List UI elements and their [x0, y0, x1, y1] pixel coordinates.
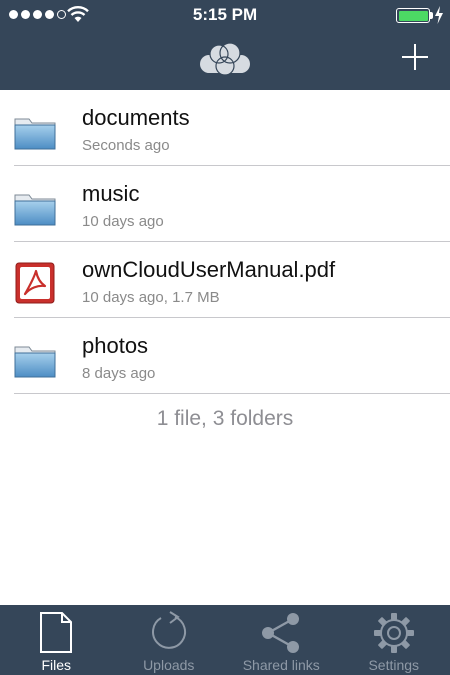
battery-tip — [430, 12, 433, 19]
tab-files[interactable]: Files — [0, 605, 113, 675]
tab-label: Uploads — [143, 657, 195, 673]
item-name: ownCloudUserManual.pdf — [82, 257, 336, 282]
tab-uploads[interactable]: Uploads — [113, 605, 226, 675]
folder-icon — [14, 118, 56, 150]
battery-icon — [396, 8, 430, 23]
item-name: documents — [82, 105, 190, 130]
item-meta: 8 days ago — [82, 365, 156, 382]
charging-bolt-icon — [435, 6, 443, 24]
folder-icon — [14, 194, 56, 226]
item-name: photos — [82, 333, 149, 358]
tab-settings[interactable]: Settings — [338, 605, 450, 675]
owncloud-logo-icon — [200, 42, 250, 76]
add-button[interactable] — [400, 42, 430, 72]
tab-label: Settings — [368, 657, 420, 673]
item-meta: 10 days ago, 1.7 MB — [82, 289, 220, 306]
list-item[interactable]: photos 8 days ago — [0, 318, 450, 394]
item-meta: 10 days ago — [82, 213, 164, 230]
tab-label: Files — [41, 657, 72, 673]
list-item[interactable]: music 10 days ago — [0, 166, 450, 242]
status-bar: 5:15 PM — [0, 0, 450, 30]
file-icon — [40, 612, 73, 653]
folder-icon — [14, 346, 56, 378]
divider — [14, 393, 450, 394]
status-time: 5:15 PM — [192, 5, 258, 24]
refresh-icon — [151, 611, 186, 649]
share-icon — [262, 613, 300, 653]
item-name: music — [82, 181, 140, 206]
pdf-file-icon — [15, 262, 55, 304]
tab-label: Shared links — [242, 657, 320, 673]
file-count-summary: 1 file, 3 folders — [156, 407, 294, 430]
gear-icon — [373, 613, 414, 653]
header: 5:15 PM — [0, 0, 450, 90]
tab-bar: Files Uploads Shared links Settings — [0, 605, 450, 675]
tab-shared-links[interactable]: Shared links — [225, 605, 338, 675]
list-item[interactable]: ownCloudUserManual.pdf 10 days ago, 1.7 … — [0, 242, 450, 318]
file-list: documents Seconds ago music 10 days ago … — [0, 90, 450, 394]
list-item[interactable]: documents Seconds ago — [0, 90, 450, 166]
item-meta: Seconds ago — [82, 137, 170, 154]
